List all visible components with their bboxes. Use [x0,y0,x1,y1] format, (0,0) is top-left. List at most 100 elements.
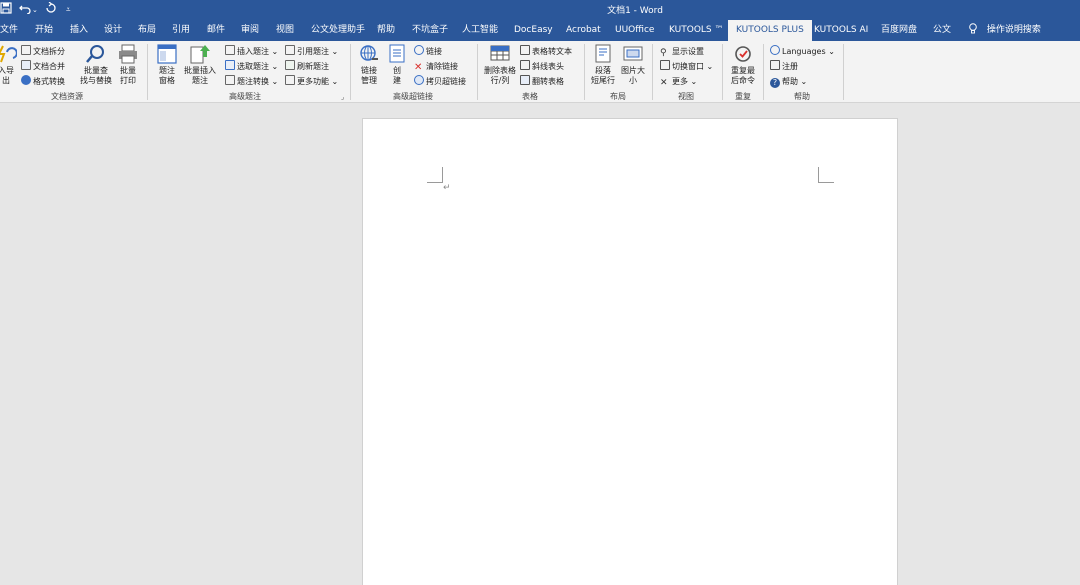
group-label-advanced-caption: 高级题注 [229,92,261,101]
create-link-icon [386,44,408,64]
tab-bukeng-box[interactable]: 不坑盒子 [412,20,448,41]
title-bar: ⌄ ⩡ 文档1 - Word [0,0,1080,20]
group-divider [584,44,585,100]
tab-references[interactable]: 引用 [172,20,190,41]
caption-pane-button[interactable]: 题注 窗格 [155,44,179,86]
batch-print-button[interactable]: 批量 打印 [116,44,140,86]
repeat-icon [732,44,754,64]
tab-doceasy[interactable]: DocEasy [514,20,553,41]
dialog-launcher-icon[interactable]: ⌟ [341,93,344,101]
globe-link-icon [358,44,380,64]
chevron-down-icon: ⌄ [706,62,714,71]
help-icon: ? [770,78,780,88]
crop-mark-top-right [818,167,834,183]
paragraph-mark: ↵ [443,183,451,193]
delete-rows-cols-button[interactable]: 删除表格 行/列 [482,44,518,86]
repeat-last-command-button[interactable]: 重复最 后命令 [727,44,759,86]
more-features-button[interactable]: 更多功能 ⌄ [285,75,338,88]
flip-table-button[interactable]: 翻转表格 [520,75,564,88]
tab-baidu-netdisk[interactable]: 百度网盘 [881,20,917,41]
clear-link-icon: ✕ [414,62,423,73]
table-to-text-icon [520,45,530,55]
tab-file[interactable]: 文件 [0,20,18,41]
tab-insert[interactable]: 插入 [70,20,88,41]
tab-ai[interactable]: 人工智能 [462,20,498,41]
tab-mailings[interactable]: 邮件 [207,20,225,41]
printer-icon [117,44,139,64]
tab-view[interactable]: 视图 [276,20,294,41]
link-button[interactable]: 链接 [414,45,442,58]
create-link-button[interactable]: 创 建 [386,44,408,86]
cite-caption-button[interactable]: 引用题注 ⌄ [285,45,338,58]
group-label-doc-resources: 文档资源 [51,92,83,101]
tab-home[interactable]: 开始 [35,20,53,41]
group-label-advanced-hyperlink: 高级超链接 [393,92,433,101]
select-caption-button[interactable]: 选取题注 ⌄ [225,60,278,73]
format-convert-button[interactable]: 格式转换 [21,75,65,88]
caption-convert-button[interactable]: 题注转换 ⌄ [225,75,278,88]
import-export-button[interactable]: 入导 出 [0,44,18,86]
tab-kutools-ai[interactable]: KUTOOLS AI [814,20,868,41]
group-divider [763,44,764,100]
group-divider [652,44,653,100]
chevron-down-icon: ⌄ [331,47,339,56]
paragraph-tail-icon [592,44,614,64]
refresh-caption-icon [285,60,295,70]
show-settings-button[interactable]: ⚲ 显示设置 [660,45,704,58]
group-label-layout: 布局 [610,92,626,101]
view-more-button[interactable]: ✕ 更多 ⌄ [660,75,697,88]
link-manage-button[interactable]: 链接 管理 [357,44,381,86]
tab-layout[interactable]: 布局 [138,20,156,41]
crop-mark-top-left [427,167,443,183]
chevron-down-icon: ⌄ [271,62,279,71]
close-x-icon: ✕ [660,78,668,88]
register-icon [770,60,780,70]
tab-document-assistant[interactable]: 公文处理助手 [311,20,365,41]
image-size-icon [622,44,644,64]
search-icon: ⚲ [660,48,667,58]
register-button[interactable]: 注册 [770,60,798,73]
ribbon-panel: 入导 出 文档拆分 文档合并 格式转换 批量查 找与替换 批量 打印 文档资源 … [0,41,1080,103]
group-label-help: 帮助 [794,92,810,101]
group-label-repeat: 重复 [735,92,751,101]
copy-link-icon [414,75,424,85]
delete-table-rows-icon [489,44,511,64]
table-to-text-button[interactable]: 表格转文本 [520,45,572,58]
batch-find-replace-button[interactable]: 批量查 找与替换 [78,44,114,86]
refresh-caption-button[interactable]: 刷新题注 [285,60,329,73]
convert-icon [21,75,31,85]
batch-insert-caption-icon [189,44,211,64]
tell-me-search[interactable]: 操作说明搜索 [968,20,1041,41]
batch-insert-caption-button[interactable]: 批量插入 题注 [182,44,218,86]
document-page[interactable]: ↵ [362,118,898,585]
group-label-view: 视图 [678,92,694,101]
diagonal-header-icon [520,60,530,70]
split-document-button[interactable]: 文档拆分 [21,45,65,58]
paragraph-short-tail-button[interactable]: 段落 短尾行 [589,44,617,86]
flip-table-icon [520,75,530,85]
magnifier-icon [85,44,107,64]
help-button[interactable]: ? 帮助 ⌄ [770,75,807,88]
chevron-down-icon: ⌄ [331,77,339,86]
insert-caption-icon [225,45,235,55]
tab-help[interactable]: 帮助 [377,20,395,41]
group-label-table: 表格 [522,92,538,101]
switch-window-button[interactable]: 切换窗口 ⌄ [660,60,713,73]
clear-link-button[interactable]: ✕ 清除链接 [414,60,458,73]
tab-kutools[interactable]: KUTOOLS ™ [669,20,724,41]
tab-kutools-plus[interactable]: KUTOOLS PLUS [728,20,812,41]
group-divider [722,44,723,100]
cite-caption-icon [285,45,295,55]
tab-acrobat[interactable]: Acrobat [566,20,601,41]
diagonal-header-button[interactable]: 斜线表头 [520,60,564,73]
languages-button[interactable]: Languages ⌄ [770,45,835,58]
tab-official-doc[interactable]: 公文 [933,20,951,41]
copy-hyperlink-button[interactable]: 拷贝超链接 [414,75,466,88]
tab-design[interactable]: 设计 [104,20,122,41]
image-size-button[interactable]: 图片大 小 [619,44,647,86]
tab-uuoffice[interactable]: UUOffice [615,20,654,41]
insert-caption-button[interactable]: 插入题注 ⌄ [225,45,278,58]
merge-document-button[interactable]: 文档合并 [21,60,65,73]
tab-review[interactable]: 审阅 [241,20,259,41]
import-export-icon [0,44,18,64]
